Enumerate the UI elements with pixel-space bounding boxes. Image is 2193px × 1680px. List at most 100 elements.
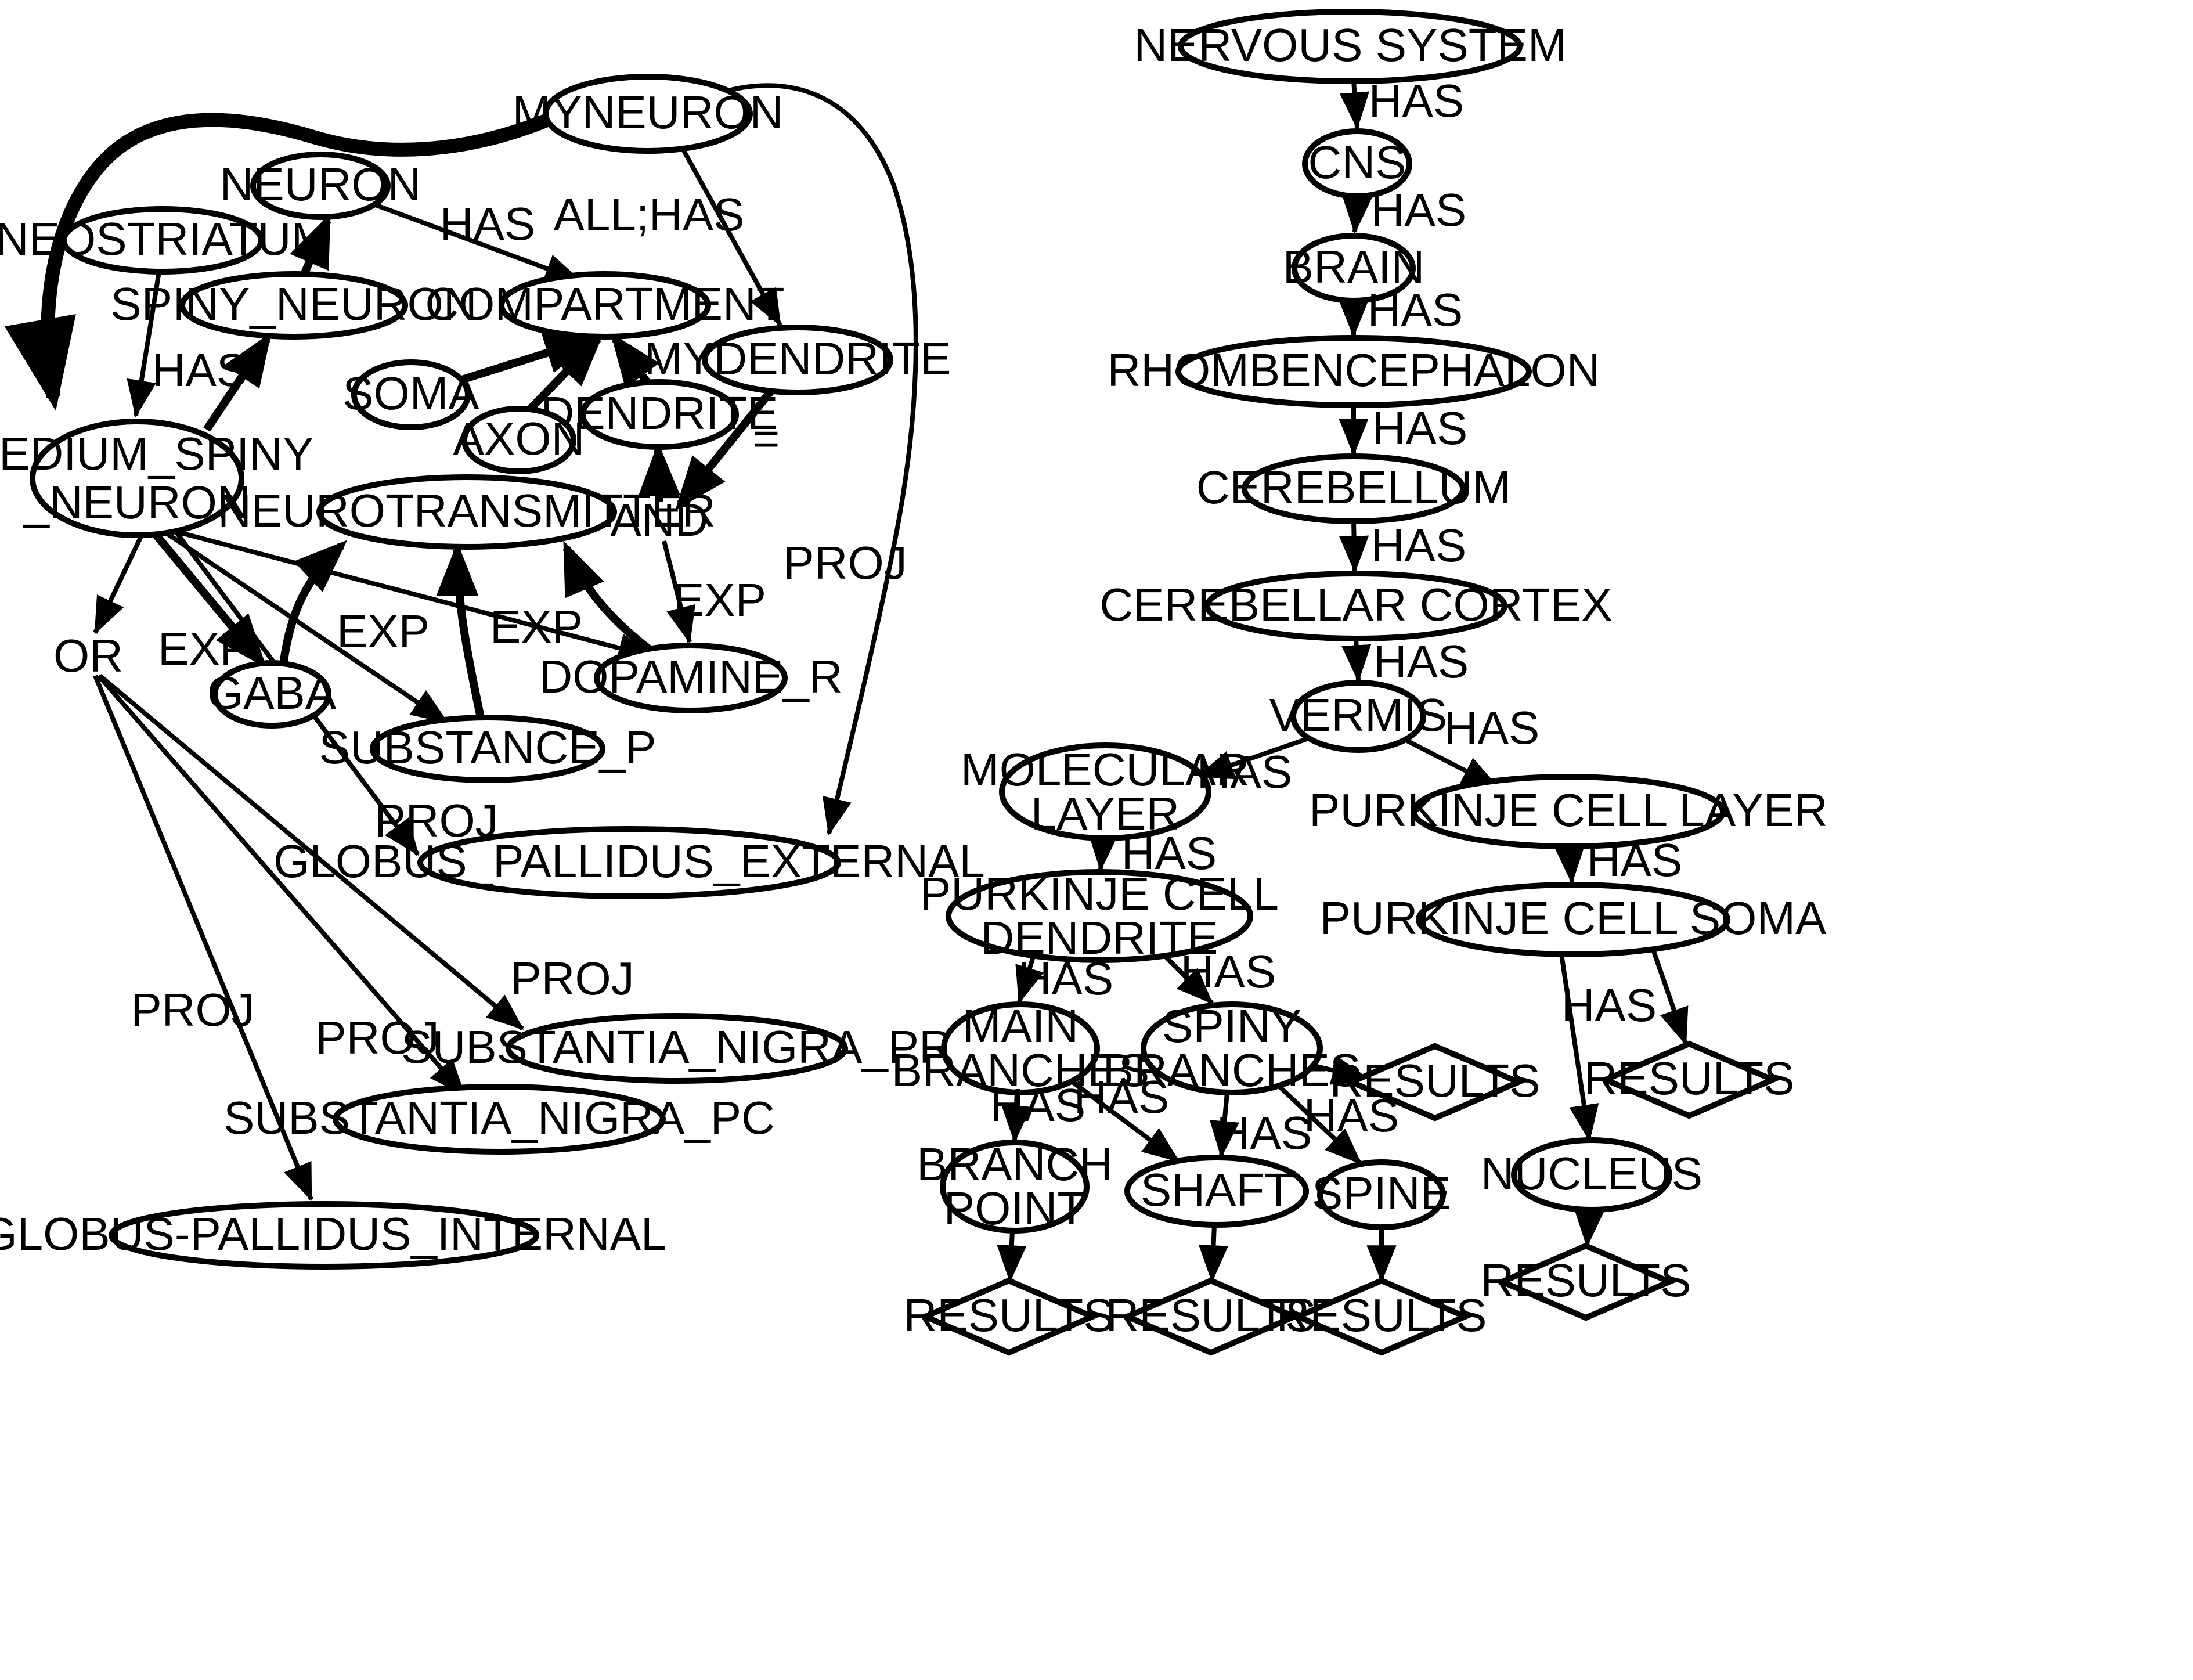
node-label: SPINY_NEURON <box>110 278 477 330</box>
node-results-branch-point[interactable]: RESULTS <box>903 1277 1114 1356</box>
edge-label-has: HAS <box>440 198 536 250</box>
node-label: NEURON <box>220 158 421 210</box>
edge-label-has: HAS <box>1444 702 1540 754</box>
node-purkinje-cell-soma[interactable]: PURKINJE CELL SOMA <box>1320 882 1827 957</box>
diagram-canvas: MYNEURON NEURON NEOSTRIATUM SPINY_NEURON… <box>0 0 2193 1680</box>
edge-label-has: HAS <box>152 344 248 396</box>
node-spine[interactable]: SPINE <box>1312 1159 1451 1230</box>
node-label: CEREBELLAR CORTEX <box>1099 579 1612 630</box>
node-neuron[interactable]: NEURON <box>220 152 421 220</box>
node-neostriatum[interactable]: NEOSTRIATUM <box>0 206 330 275</box>
edge-label-has: HAS <box>1371 520 1467 571</box>
node-label: RESULTS <box>1276 1289 1487 1341</box>
node-label-line2: POINT <box>944 1183 1085 1234</box>
node-label: VERMIS <box>1269 689 1448 741</box>
edge-label-has: HAS <box>1368 284 1463 336</box>
edge-molecular-layer-purkinje-cell-dendrite <box>1088 833 1119 872</box>
edge-label-has: HAS <box>1372 402 1468 454</box>
edge-label-has: HAS <box>990 1079 1086 1131</box>
node-label-line1: MEDIUM_SPINY <box>0 428 313 480</box>
edge-label-proj: PROJ <box>131 984 254 1036</box>
node-label: SHAFT <box>1141 1164 1293 1216</box>
edge-label-has: HAS <box>1217 1107 1312 1159</box>
edge-label-all-has: ALL;HAS <box>553 189 744 240</box>
node-label: AXON <box>453 413 585 464</box>
edge-label-proj: PROJ <box>315 1012 439 1063</box>
node-branch-point[interactable]: BRANCH POINT <box>917 1138 1113 1234</box>
edge-cerebellar-cortex-vermis <box>1341 638 1372 683</box>
edge-nervous-system-cns <box>1339 81 1369 130</box>
edge-purkinje-cell-layer-purkinje-cell-soma <box>1554 846 1585 885</box>
node-nervous-system[interactable]: NERVOUS SYSTEM <box>1134 9 1567 84</box>
node-nucleus[interactable]: NUCLEUS <box>1481 1137 1703 1213</box>
node-vermis[interactable]: VERMIS <box>1269 680 1448 753</box>
node-label: SOMA <box>342 367 479 419</box>
node-label: RESULTS <box>1584 1052 1794 1104</box>
node-label: NUCLEUS <box>1481 1148 1703 1199</box>
edge-myneuron-globus-pallidus-external <box>719 83 918 836</box>
edge-label-exp: EXP <box>490 601 583 652</box>
edge-shaft-results <box>1198 1224 1229 1283</box>
node-label: COMPARTMENT <box>425 278 784 330</box>
node-compartment[interactable]: COMPARTMENT <box>425 271 785 340</box>
node-substantia-nigra-pc[interactable]: SUBSTANTIA_NIGRA_PC <box>223 1084 775 1155</box>
edge-label-exp: EXP <box>158 623 251 675</box>
node-purkinje-cell-layer[interactable]: PURKINJE CELL LAYER <box>1309 774 1828 849</box>
edge-label-has: HAS <box>1587 834 1683 886</box>
edge-soma-compartment <box>460 332 599 384</box>
node-shaft[interactable]: SHAFT <box>1124 1155 1309 1228</box>
edge-substance-p-neurotransmitter <box>436 542 485 719</box>
node-axon[interactable]: AXON <box>453 406 585 474</box>
node-cerebellar-cortex[interactable]: CEREBELLAR CORTEX <box>1099 571 1613 641</box>
node-label: RHOMBENCEPHALON <box>1107 344 1600 396</box>
node-dopamine-r[interactable]: DOPAMINE_R <box>539 643 843 713</box>
node-label: GABA <box>207 667 337 719</box>
edge-label-has: HAS <box>1121 827 1217 879</box>
node-rhombencephalon[interactable]: RHOMBENCEPHALON <box>1107 335 1600 408</box>
edge-label-has: HAS <box>1181 946 1276 997</box>
node-results-spine[interactable]: RESULTS <box>1276 1277 1487 1356</box>
edge-cerebellum-cerebellar-cortex <box>1339 521 1369 574</box>
edge-branch-point-results <box>997 1230 1027 1283</box>
node-label: PURKINJE CELL LAYER <box>1309 784 1828 836</box>
node-spiny-neuron[interactable]: SPINY_NEURON <box>110 271 477 340</box>
right-graph-nodes: NERVOUS SYSTEM CNS BRAIN RHOMBENCEPHALON… <box>892 9 1828 1356</box>
node-label: SPINE <box>1312 1167 1451 1219</box>
node-globus-pallidus-internal[interactable]: GLOBUS-PALLIDUS_INTERNAL <box>0 1201 667 1270</box>
edge-label-has: HAS <box>1373 636 1469 687</box>
node-substantia-nigra-pr[interactable]: SUBSTANTIA_NIGRA_PR <box>401 1013 953 1084</box>
left-graph-nodes: MYNEURON NEURON NEOSTRIATUM SPINY_NEURON… <box>0 74 985 1270</box>
node-results-nucleus[interactable]: RESULTS <box>1480 1242 1691 1321</box>
node-label: SUBSTANTIA_NIGRA_PR <box>401 1021 953 1073</box>
node-label: CNS <box>1308 136 1406 188</box>
node-myneuron[interactable]: MYNEURON <box>513 74 784 154</box>
node-label: MYDENDRITE <box>644 333 951 384</box>
edge-cns-brain <box>1342 196 1372 235</box>
edge-label-has: HAS <box>1369 75 1465 127</box>
edge-medium-spiny-neuron-or <box>93 534 144 634</box>
edge-label-has: HAS <box>1304 1090 1400 1141</box>
edge-label-has: HAS <box>1561 979 1657 1031</box>
edge-label-proj: PROJ <box>374 795 498 846</box>
diagram-svg: MYNEURON NEURON NEOSTRIATUM SPINY_NEURON… <box>0 9 1828 1356</box>
edge-label-has: HAS <box>1074 1071 1170 1123</box>
node-label: SUBSTANTIA_NIGRA_PC <box>223 1092 775 1144</box>
edge-purkinje-cell-soma-results <box>1651 949 1689 1046</box>
node-results-purkinje-cell-soma[interactable]: RESULTS <box>1584 1040 1795 1119</box>
node-equals-operator: = <box>753 413 780 464</box>
edge-label-proj: PROJ <box>783 537 907 589</box>
edge-label-exp: EXP <box>673 574 766 626</box>
node-or-operator: OR <box>53 630 123 682</box>
node-label: GLOBUS-PALLIDUS_INTERNAL <box>0 1208 667 1260</box>
node-label: SUBSTANCE_P <box>319 722 657 773</box>
node-label: RESULTS <box>903 1289 1114 1341</box>
edge-dendrite-compartment <box>610 332 659 388</box>
node-label: RESULTS <box>1480 1254 1691 1306</box>
node-cerebellum[interactable]: CEREBELLUM <box>1196 453 1511 524</box>
edge-label-has: HAS <box>1371 184 1467 236</box>
node-label-line2: _NEURON <box>22 477 250 528</box>
node-label: DOPAMINE_R <box>539 651 842 702</box>
edge-nucleus-results <box>1574 1209 1604 1248</box>
node-substance-p[interactable]: SUBSTANCE_P <box>319 715 657 783</box>
edge-label-has: HAS <box>1018 953 1114 1004</box>
